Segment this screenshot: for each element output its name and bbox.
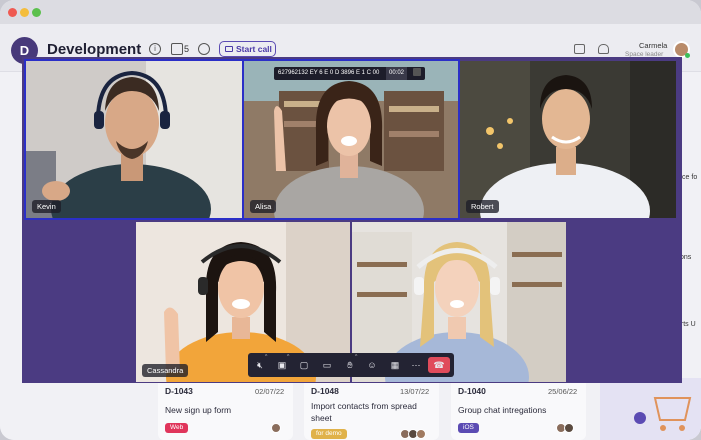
card-date: 02/07/22 bbox=[255, 387, 285, 396]
participant-tile-kevin[interactable]: Kevin bbox=[24, 59, 244, 220]
bell-icon[interactable] bbox=[598, 44, 609, 54]
card-tag: for demo bbox=[311, 429, 347, 439]
card-date: 25/06/22 bbox=[548, 387, 578, 396]
start-call-label: Start call bbox=[236, 44, 272, 54]
task-card[interactable]: D-1048 13/07/22 Import contacts from spr… bbox=[304, 378, 439, 440]
participant-tile-alisa[interactable]: 627962132 EY 6 E 0 D 3896 E 1 C 00 00:02… bbox=[242, 59, 460, 220]
user-name: Carmela bbox=[639, 41, 668, 50]
card-id: D-1043 bbox=[165, 386, 193, 396]
card-id: D-1048 bbox=[311, 386, 339, 396]
card-tag: iOS bbox=[458, 423, 479, 433]
start-call-button[interactable]: Start call bbox=[219, 41, 276, 57]
lock-icon[interactable] bbox=[412, 68, 421, 77]
meeting-info-bar: 627962132 EY 6 E 0 D 3896 E 1 C 00 00:02 bbox=[274, 67, 425, 80]
minimize-window-button[interactable] bbox=[20, 8, 29, 17]
card-tag: Web bbox=[165, 423, 189, 433]
maximize-window-button[interactable] bbox=[32, 8, 41, 17]
participant-tile-robert[interactable]: Robert bbox=[460, 61, 676, 218]
empty-state-illustration bbox=[600, 378, 701, 440]
video-call-panel: Kevin 627962132 EY 6 E 0 D 3896 E 1 C 00… bbox=[22, 57, 682, 383]
online-status-icon bbox=[685, 53, 690, 58]
call-controls-bar: 🔇︎ ^ ▣ ^ ▢ ▭ ✋︎ ^ ☺ ▦ ⋯ ☎︎ bbox=[248, 353, 454, 377]
participant-name: Cassandra bbox=[142, 364, 189, 377]
task-card[interactable]: D-1040 25/06/22 Group chat intregations … bbox=[451, 378, 586, 440]
participant-name: Robert bbox=[466, 200, 499, 213]
chat-icon[interactable]: ▭ bbox=[318, 357, 336, 373]
card-id: D-1040 bbox=[458, 386, 486, 396]
phone-hangup-icon: ☎︎ bbox=[433, 360, 445, 370]
screen-icon[interactable] bbox=[574, 44, 585, 54]
share-screen-icon[interactable]: ▢ bbox=[295, 357, 313, 373]
card-title: Group chat intregations bbox=[458, 405, 547, 415]
card-title: Import contacts from spread sheet bbox=[311, 401, 417, 423]
grid-layout-icon[interactable]: ▦ bbox=[386, 357, 404, 373]
member-count: 5 bbox=[184, 44, 190, 54]
participant-name: Alisa bbox=[250, 200, 277, 213]
end-call-button[interactable]: ☎︎ bbox=[428, 357, 450, 373]
chevron-up-icon[interactable]: ^ bbox=[287, 354, 289, 360]
gear-icon[interactable] bbox=[198, 43, 210, 55]
close-window-button[interactable] bbox=[8, 8, 17, 17]
app-window: D Development i 5 Start call Carmela Spa… bbox=[0, 0, 701, 440]
participant-name: Kevin bbox=[32, 200, 61, 213]
avatar bbox=[564, 423, 574, 433]
chevron-up-icon[interactable]: ^ bbox=[355, 354, 357, 360]
reactions-icon[interactable]: ☺ bbox=[363, 357, 381, 373]
avatar bbox=[271, 423, 281, 433]
card-title: New sign up form bbox=[165, 405, 232, 415]
video-camera-icon bbox=[225, 46, 233, 52]
call-timer: 00:02 bbox=[385, 67, 407, 80]
avatar bbox=[416, 429, 426, 439]
info-icon[interactable]: i bbox=[149, 43, 161, 55]
window-titlebar bbox=[0, 0, 701, 24]
task-card[interactable]: D-1043 02/07/22 New sign up form Web bbox=[158, 378, 293, 440]
more-icon[interactable]: ⋯ bbox=[407, 357, 425, 373]
page-title: Development bbox=[47, 41, 142, 58]
chevron-up-icon[interactable]: ^ bbox=[265, 354, 267, 360]
meeting-id: 627962132 EY 6 E 0 D 3896 E 1 C 00 bbox=[278, 70, 380, 76]
card-date: 13/07/22 bbox=[400, 387, 430, 396]
members-icon[interactable] bbox=[171, 43, 183, 55]
